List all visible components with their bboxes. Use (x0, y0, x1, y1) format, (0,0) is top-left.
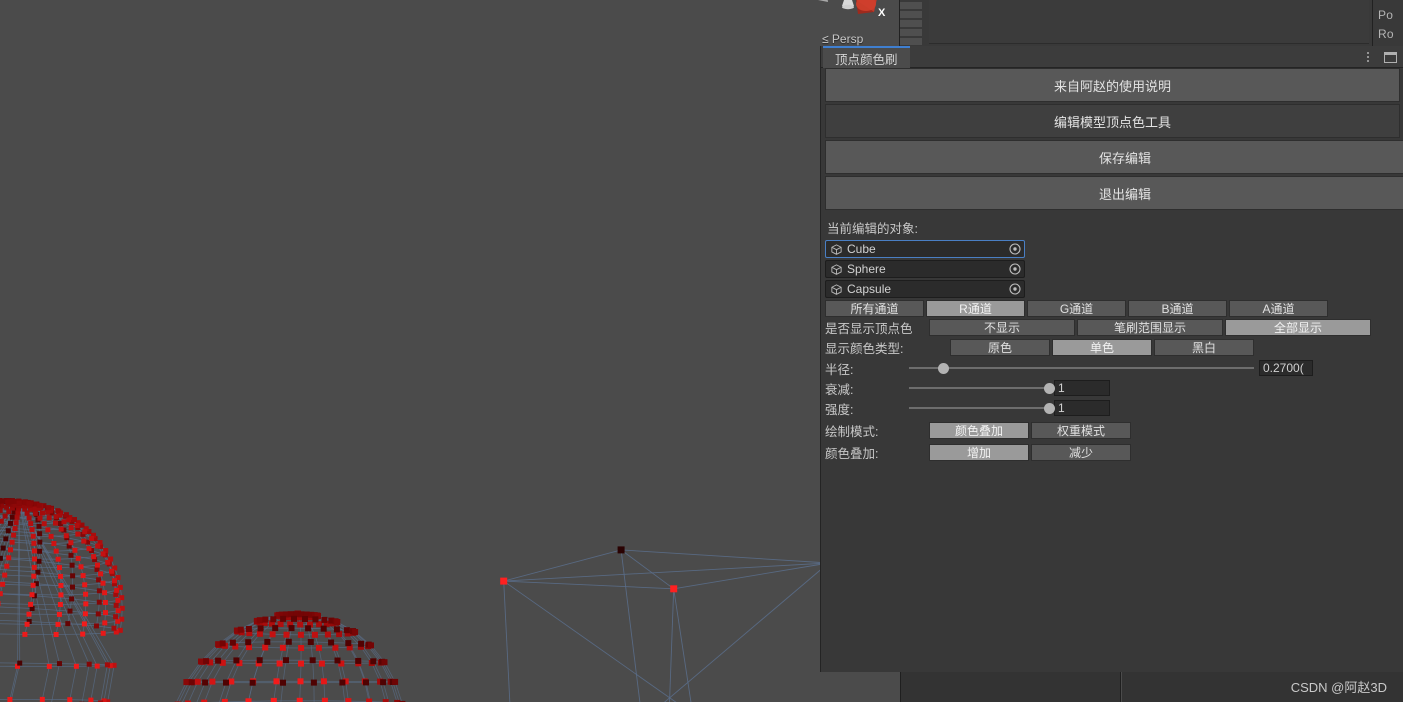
brush-sliders: 半径: 0.2700( 衰减: 1 强度: 1 (821, 358, 1403, 418)
colortype-option-2[interactable]: 黑白 (1154, 339, 1254, 356)
tab-vertex-color-brush[interactable]: 顶点颜色刷 (823, 46, 910, 68)
slider-track-2[interactable] (909, 399, 1055, 417)
object-field-sphere[interactable]: Sphere (825, 260, 1025, 278)
object-picker-icon[interactable] (1008, 242, 1022, 256)
slider-bar (909, 387, 1049, 389)
color-type-label: 显示颜色类型: (825, 342, 904, 356)
edited-objects-list: Cube Sphere Capsule (821, 240, 1403, 298)
tab-bar-tools (1364, 46, 1397, 68)
inspector-tick (900, 11, 922, 18)
colorblend-option-0[interactable]: 增加 (929, 444, 1029, 461)
slider-handle-2[interactable] (1043, 402, 1055, 414)
slider-handle-1[interactable] (1043, 382, 1055, 394)
action-button-3[interactable]: 退出编辑 (825, 176, 1403, 210)
slider-label-0: 半径: (825, 362, 854, 377)
action-button-0[interactable]: 来自阿赵的使用说明 (825, 68, 1400, 102)
show-vertex-color-label: 是否显示顶点色 (825, 322, 913, 336)
color-type-row: 显示颜色类型: 原色 单色 黑白 (825, 338, 1403, 357)
channels-option-4[interactable]: A通道 (1229, 300, 1328, 317)
showvc-option-2[interactable]: 全部显示 (1225, 319, 1371, 336)
perspective-mode-label[interactable]: ≤ Persp (822, 32, 863, 46)
object-name-label: Sphere (847, 262, 886, 276)
prefab-cube-icon (831, 243, 842, 255)
color-type-options: 原色 单色 黑白 (950, 339, 1256, 356)
colortype-option-1[interactable]: 单色 (1052, 339, 1152, 356)
channel-button-row: 所有通道 R通道 G通道 B通道 A通道 (825, 300, 1403, 317)
action-button-1[interactable]: 编辑模型顶点色工具 (825, 104, 1400, 138)
bottom-left-strip (820, 672, 900, 702)
slider-label-1: 衰减: (825, 382, 854, 397)
colortype-option-0[interactable]: 原色 (950, 339, 1050, 356)
color-blend-options: 增加 减少 (929, 444, 1133, 461)
action-button-2[interactable]: 保存编辑 (825, 140, 1403, 174)
colorblend-option-1[interactable]: 减少 (1031, 444, 1131, 461)
inspector-tick (900, 2, 922, 9)
show-vertex-color-row: 是否显示顶点色 不显示 笔刷范围显示 全部显示 (825, 318, 1403, 337)
channels-option-1[interactable]: R通道 (926, 300, 1025, 317)
slider-bar (909, 407, 1049, 409)
channels-option-2[interactable]: G通道 (1027, 300, 1126, 317)
slider-row-1: 衰减: 1 (825, 378, 1403, 398)
object-picker-icon[interactable] (1008, 282, 1022, 296)
slider-track-0[interactable] (909, 359, 1254, 377)
inspector-tick (900, 20, 922, 27)
inspector-content-area (929, 0, 1369, 44)
brush-actions: 来自阿赵的使用说明 编辑模型顶点色工具 保存编辑 退出编辑 (821, 68, 1403, 210)
channels-option-0[interactable]: 所有通道 (825, 300, 924, 317)
slider-label-2: 强度: (825, 402, 854, 417)
object-field-cube[interactable]: Cube (825, 240, 1025, 258)
object-picker-icon[interactable] (1008, 262, 1022, 276)
showvc-option-0[interactable]: 不显示 (929, 319, 1075, 336)
gizmo-x-axis-label: X (878, 7, 886, 19)
channels-option-3[interactable]: B通道 (1128, 300, 1227, 317)
brush-panel-body: 来自阿赵的使用说明 编辑模型顶点色工具 保存编辑 退出编辑 当前编辑的对象: Cube… (821, 68, 1403, 462)
inspector-position-label: Po (1378, 8, 1394, 22)
paintmode-option-0[interactable]: 颜色叠加 (929, 422, 1029, 439)
color-blend-row: 颜色叠加: 增加 减少 (825, 443, 1403, 462)
maximize-icon[interactable] (1384, 51, 1397, 63)
slider-track-1[interactable] (909, 379, 1055, 397)
object-field-capsule[interactable]: Capsule (825, 280, 1025, 298)
slider-value-field-2[interactable]: 1 (1054, 400, 1110, 416)
window-tab-bar: 顶点颜色刷 (821, 46, 1403, 68)
watermark-label: CSDN @阿赵3D (1290, 680, 1387, 695)
inspector-tick (900, 29, 922, 36)
show-vertex-color-options: 不显示 笔刷范围显示 全部显示 (929, 319, 1373, 336)
slider-value-field-0[interactable]: 0.2700( (1259, 360, 1313, 376)
paint-mode-options: 颜色叠加 权重模式 (929, 422, 1133, 439)
paintmode-option-1[interactable]: 权重模式 (1031, 422, 1131, 439)
inspector-panel-partial: Po Ro (899, 0, 1403, 46)
object-name-label: Cube (847, 242, 876, 256)
inspector-rotation-label: Ro (1378, 27, 1394, 41)
slider-value-field-1[interactable]: 1 (1054, 380, 1110, 396)
prefab-cube-icon (831, 283, 842, 295)
app-root: Po Ro X ≤ Persp 顶点颜色刷 来自阿赵的使用说明 编辑模型顶点色工… (0, 0, 1403, 702)
slider-row-0: 半径: 0.2700( (825, 358, 1403, 378)
paint-mode-row: 绘制模式: 颜色叠加 权重模式 (825, 421, 1403, 440)
objects-section-label: 当前编辑的对象: (827, 222, 918, 236)
object-name-label: Capsule (847, 282, 892, 296)
paint-mode-label: 绘制模式: (825, 425, 879, 439)
kebab-menu-icon[interactable] (1364, 50, 1372, 64)
color-blend-label: 颜色叠加: (825, 447, 879, 461)
slider-handle-0[interactable] (938, 362, 949, 374)
showvc-option-1[interactable]: 笔刷范围显示 (1077, 319, 1223, 336)
slider-bar (909, 367, 1254, 369)
inspector-tick (900, 38, 922, 45)
bottom-center-strip (900, 672, 1121, 702)
vertex-color-brush-window: 顶点颜色刷 来自阿赵的使用说明 编辑模型顶点色工具 保存编辑 退出编辑 当前编辑的对象… (820, 46, 1403, 672)
slider-row-2: 强度: 1 (825, 398, 1403, 418)
prefab-cube-icon (831, 263, 842, 275)
